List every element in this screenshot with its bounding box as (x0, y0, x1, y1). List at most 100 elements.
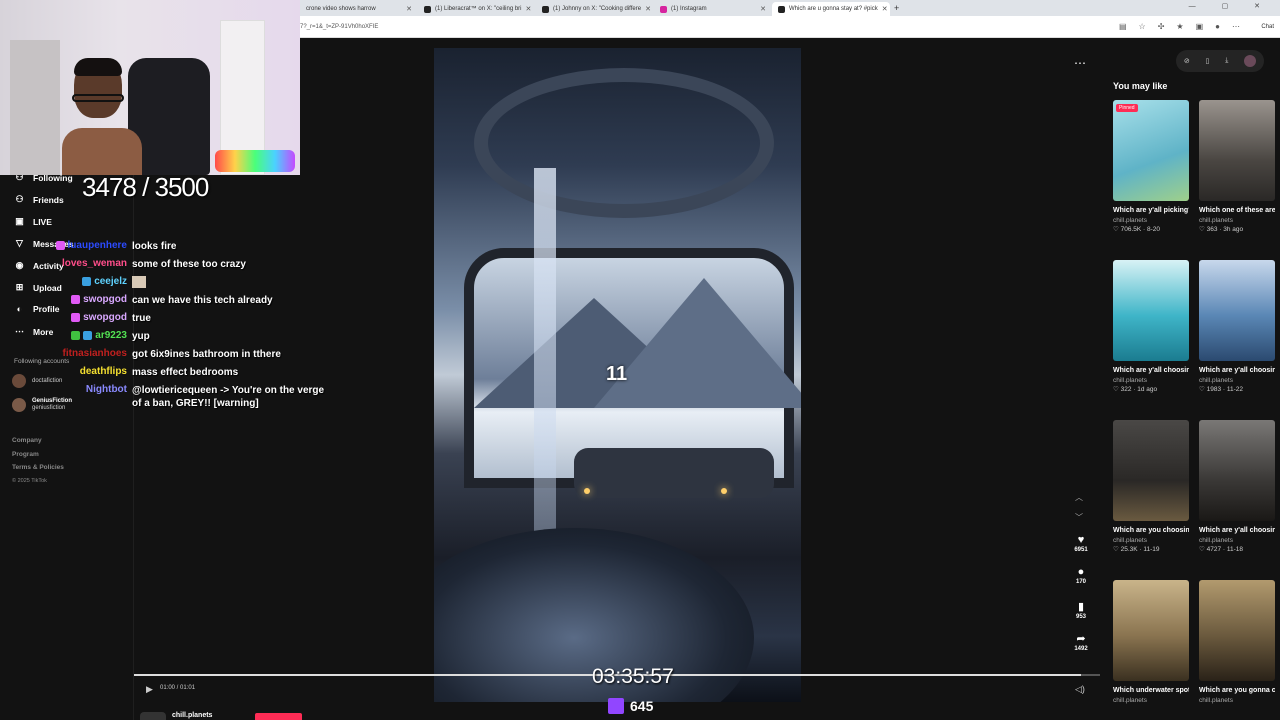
sub-badge-icon (71, 331, 81, 340)
close-icon[interactable]: ✕ (645, 5, 651, 13)
recommendation-card[interactable]: Which are y'all choosing? #pickon... chi… (1199, 260, 1275, 393)
card-author[interactable]: chill.planets (1199, 217, 1275, 224)
no-sound-icon[interactable]: ⊘ (1184, 57, 1190, 65)
chat-username: Nightbot (8, 384, 132, 395)
new-tab-button[interactable]: + (894, 3, 899, 13)
chat-message: swopgod true (8, 312, 328, 330)
thumbnail (1113, 580, 1189, 681)
follow-button[interactable] (255, 713, 302, 720)
avatar[interactable] (1244, 55, 1257, 67)
recommendation-card[interactable]: Which underwater spot u choosing?... chi… (1113, 580, 1189, 704)
chat-message: loves_weman some of these too crazy (8, 258, 328, 276)
sub-badge-icon (71, 295, 81, 304)
card-title: Which are you choosing? #pickon... (1113, 527, 1189, 534)
play-icon[interactable]: ▶ (146, 684, 153, 695)
recommendation-card[interactable]: Which are y'all choosing? 🧚 #pick... chi… (1113, 260, 1189, 393)
volume-icon[interactable]: ◁) (1075, 684, 1085, 695)
bookmark-button[interactable]: ▮ 953 (1068, 600, 1094, 620)
card-title: Which one of these are y'all choosing?..… (1199, 207, 1275, 214)
more-options-icon[interactable]: ⋯ (1074, 56, 1086, 70)
favorites-icon[interactable]: ★ (1176, 22, 1183, 31)
chat-text: looks fire (132, 241, 177, 252)
video-author[interactable]: chill.planets (172, 712, 212, 719)
card-author[interactable]: chill.planets (1199, 377, 1275, 384)
card-author[interactable]: chill.planets (1199, 697, 1275, 704)
device-icon[interactable]: ▯ (1206, 57, 1210, 65)
menu-icon[interactable]: ⋯ (1232, 22, 1240, 31)
window-controls[interactable]: — ▢ ✕ (1189, 2, 1272, 10)
close-icon[interactable]: ✕ (760, 5, 766, 13)
chat-username: swopgod (8, 312, 132, 323)
footer-link-company[interactable]: Company (12, 434, 64, 448)
webcam-streamer (62, 58, 142, 175)
recommendations-title: You may like (1113, 81, 1168, 91)
live-icon: ▣ (15, 216, 24, 226)
recommendation-card[interactable]: Which are you gonna choose? #pickone... … (1199, 580, 1275, 704)
author-avatar[interactable] (140, 712, 166, 720)
card-author[interactable]: chill.planets (1113, 697, 1189, 704)
collections-icon[interactable]: ▣ (1196, 22, 1204, 31)
chat-text: yup (132, 331, 150, 342)
chat-username-text: luaupenhere (67, 240, 127, 251)
download-icon[interactable]: ⤓ (1225, 57, 1228, 65)
chat-username-text: Nightbot (85, 384, 127, 395)
sidebar-item-live[interactable]: ▣ LIVE (14, 216, 52, 227)
chat-text: true (132, 313, 151, 324)
footer-link-program[interactable]: Program (12, 448, 64, 462)
video-candle (584, 488, 590, 494)
chat-message: fitnasianhoes got 6ix9ines bathroom in t… (8, 348, 328, 366)
close-icon[interactable]: ✕ (406, 5, 412, 13)
x-logo-icon (424, 5, 431, 13)
like-count: 6951 (1074, 547, 1088, 553)
video-waterfall (534, 168, 556, 588)
viewer-count: 645 (608, 698, 653, 714)
browser-tab-active[interactable]: Which are u gonna stay at? #pick ✕ (772, 2, 890, 16)
footer-link-terms[interactable]: Terms & Policies (12, 461, 64, 475)
card-author[interactable]: chill.planets (1113, 217, 1189, 224)
card-title: Which underwater spot u choosing?... (1113, 687, 1189, 694)
tab-label: Which are u gonna stay at? #pick (789, 6, 878, 12)
card-author[interactable]: chill.planets (1113, 537, 1189, 544)
twitch-icon (608, 698, 624, 714)
comment-button[interactable]: ● 170 (1068, 566, 1094, 585)
friends-icon: ⚇ (15, 194, 24, 204)
recommendation-card[interactable]: Which one of these are y'all choosing?..… (1199, 100, 1275, 233)
chevron-down-icon[interactable]: ﹀ (1075, 512, 1083, 523)
sidebar-item-friends[interactable]: ⚇ Friends (14, 194, 64, 205)
reading-mode-icon[interactable]: ▤ (1119, 22, 1127, 31)
like-button[interactable]: ♥ 6951 (1068, 534, 1094, 553)
tiktok-icon (778, 5, 785, 13)
sub-badge-icon (71, 313, 81, 322)
sidebar-item-label: Friends (33, 194, 64, 205)
chat-username-text: swopgod (83, 312, 127, 323)
recommendation-card[interactable]: Which are you choosing? #pickon... chill… (1113, 420, 1189, 553)
sub-badge-icon (55, 241, 65, 250)
chat-message: deathflips mass effect bedrooms (8, 366, 328, 384)
card-title: Which are y'all choosing? #pickon... (1199, 367, 1275, 374)
card-author[interactable]: chill.planets (1199, 537, 1275, 544)
url-field[interactable]: 7?_r=1&_t=ZP-91Vh0hoXFIE (300, 24, 378, 30)
browser-tab[interactable]: (1) Johnny on X: "Cooking differe ✕ (536, 2, 654, 16)
extensions-icon[interactable]: ✣ (1158, 22, 1165, 31)
chat-username: swopgod (8, 294, 132, 305)
share-button[interactable]: ➦ 1492 (1068, 632, 1094, 652)
browser-tab[interactable]: (1) Instagram ✕ (654, 2, 772, 16)
close-icon[interactable]: ✕ (526, 5, 532, 13)
bookmark-star-icon[interactable]: ☆ (1139, 22, 1146, 31)
browser-tab[interactable]: crone video shows harrow ✕ (300, 2, 418, 16)
stream-chat: luaupenhere looks fire loves_weman some … (8, 240, 328, 420)
bookmark-icon: ▮ (1077, 601, 1085, 613)
close-icon[interactable]: ✕ (882, 5, 888, 13)
recommendation-card[interactable]: Pinned Which are y'all picking? 🧚 #picko… (1113, 100, 1189, 233)
recommendation-card[interactable]: Which are y'all choosing? #pickon... chi… (1199, 420, 1275, 553)
profile-icon[interactable]: ● (1215, 22, 1220, 31)
video-time: 01:00 / 01:01 (160, 685, 196, 691)
chat-button[interactable]: Chat (1261, 24, 1274, 30)
browser-tab[interactable]: (1) Liberacrat™ on X: "ceiling bri ✕ (418, 2, 536, 16)
emote-icon (132, 276, 146, 288)
x-logo-icon (542, 5, 549, 13)
instagram-icon (660, 5, 667, 13)
share-icon: ➦ (1076, 633, 1086, 645)
chevron-up-icon[interactable]: ︿ (1075, 492, 1083, 503)
card-author[interactable]: chill.planets (1113, 377, 1189, 384)
